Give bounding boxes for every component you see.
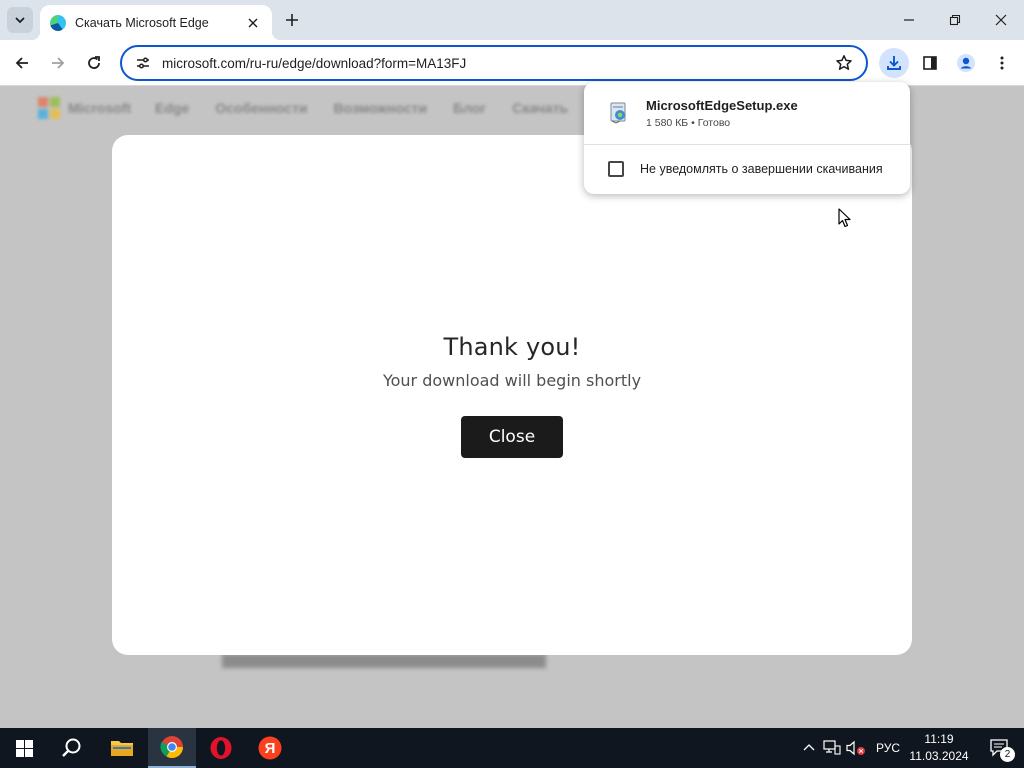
back-button[interactable] — [7, 48, 37, 78]
mouse-cursor-icon — [838, 208, 851, 228]
volume-muted-icon — [846, 740, 865, 756]
taskbar-opera[interactable] — [197, 728, 245, 768]
bookmark-star-icon[interactable] — [832, 51, 856, 75]
folder-icon — [111, 741, 133, 756]
windows-taskbar: Я РУС 11:19 11.03.2024 2 — [0, 728, 1024, 768]
input-language[interactable]: РУС — [876, 741, 900, 755]
profile-button[interactable] — [951, 48, 981, 78]
restore-button[interactable] — [932, 0, 978, 40]
arrow-right-icon — [52, 57, 65, 69]
download-icon — [887, 56, 901, 70]
close-icon — [995, 14, 1007, 26]
tab-close-button[interactable] — [244, 14, 262, 32]
network-status-button[interactable] — [820, 728, 844, 768]
minimize-icon — [904, 19, 914, 21]
plus-icon — [286, 14, 298, 26]
installer-file-icon — [608, 101, 630, 125]
taskbar-file-explorer[interactable] — [98, 728, 146, 768]
search-icon — [62, 738, 81, 757]
site-nav-item: Скачать — [512, 100, 569, 116]
chevron-up-icon — [803, 744, 815, 751]
new-tab-button[interactable] — [282, 10, 302, 30]
show-hidden-icons-button[interactable] — [796, 728, 822, 768]
tab-search-button[interactable] — [7, 7, 33, 33]
taskbar-yandex[interactable]: Я — [246, 728, 294, 768]
more-vertical-icon — [1000, 56, 1004, 70]
tab-strip: Скачать Microsoft Edge — [0, 0, 1024, 40]
browser-toolbar: microsoft.com/ru-ru/edge/download?form=M… — [0, 40, 1024, 86]
close-icon — [248, 18, 258, 27]
close-button[interactable]: Close — [461, 416, 563, 458]
tab-title: Скачать Microsoft Edge — [75, 15, 209, 30]
volume-button[interactable] — [844, 728, 868, 768]
dont-notify-checkbox[interactable] — [608, 161, 624, 177]
menu-button[interactable] — [987, 48, 1017, 78]
restore-icon — [949, 14, 961, 26]
windows-logo-icon — [15, 739, 33, 757]
site-nav-item: Возможности — [333, 100, 428, 116]
start-button[interactable] — [0, 728, 48, 768]
address-bar[interactable]: microsoft.com/ru-ru/edge/download?form=M… — [120, 45, 868, 81]
site-brand: Microsoft — [68, 100, 131, 116]
microsoft-logo-icon — [38, 97, 60, 119]
avatar-icon — [957, 54, 975, 72]
notification-count: 2 — [1000, 747, 1015, 762]
side-panel-icon — [923, 56, 937, 70]
dont-notify-option[interactable]: Не уведомлять о завершении скачивания — [584, 145, 910, 193]
reload-button[interactable] — [79, 48, 109, 78]
minimize-button[interactable] — [886, 0, 932, 40]
system-clock[interactable]: 11:19 11.03.2024 — [900, 731, 978, 765]
site-nav-item: Блог — [453, 100, 487, 116]
downloads-button[interactable] — [879, 48, 909, 78]
clock-date: 11.03.2024 — [909, 749, 969, 763]
dialog-message: Your download will begin shortly — [382, 371, 642, 390]
window-close-button[interactable] — [978, 0, 1024, 40]
background-element — [222, 654, 546, 668]
site-nav-item: Особенности — [215, 100, 308, 116]
thank-you-dialog: Thank you! Your download will begin shor… — [112, 135, 912, 655]
chrome-icon — [160, 736, 183, 758]
side-panel-button[interactable] — [915, 48, 945, 78]
download-file-status: 1 580 КБ • Готово — [646, 116, 731, 129]
arrow-left-icon — [15, 57, 28, 69]
dont-notify-label: Не уведомлять о завершении скачивания — [640, 162, 883, 176]
download-file-name: MicrosoftEdgeSetup.exe — [646, 97, 798, 113]
clock-time: 11:19 — [924, 732, 954, 746]
forward-button[interactable] — [43, 48, 73, 78]
taskbar-chrome[interactable] — [148, 728, 196, 768]
site-settings-icon[interactable] — [132, 52, 154, 74]
network-icon — [823, 740, 841, 755]
tab-active[interactable]: Скачать Microsoft Edge — [32, 5, 280, 40]
dialog-heading: Thank you! — [443, 333, 581, 361]
reload-icon — [88, 56, 100, 69]
download-item[interactable]: MicrosoftEdgeSetup.exe 1 580 КБ • Готово — [584, 82, 910, 144]
notifications-button[interactable]: 2 — [980, 728, 1020, 768]
address-url[interactable]: microsoft.com/ru-ru/edge/download?form=M… — [162, 56, 832, 71]
download-bubble: MicrosoftEdgeSetup.exe 1 580 КБ • Готово… — [584, 82, 910, 194]
search-button[interactable] — [48, 728, 96, 768]
chevron-down-icon — [15, 17, 25, 24]
edge-favicon-icon — [50, 14, 66, 31]
site-nav-item: Edge — [155, 100, 190, 116]
yandex-letter: Я — [264, 739, 276, 757]
opera-icon — [210, 737, 232, 759]
